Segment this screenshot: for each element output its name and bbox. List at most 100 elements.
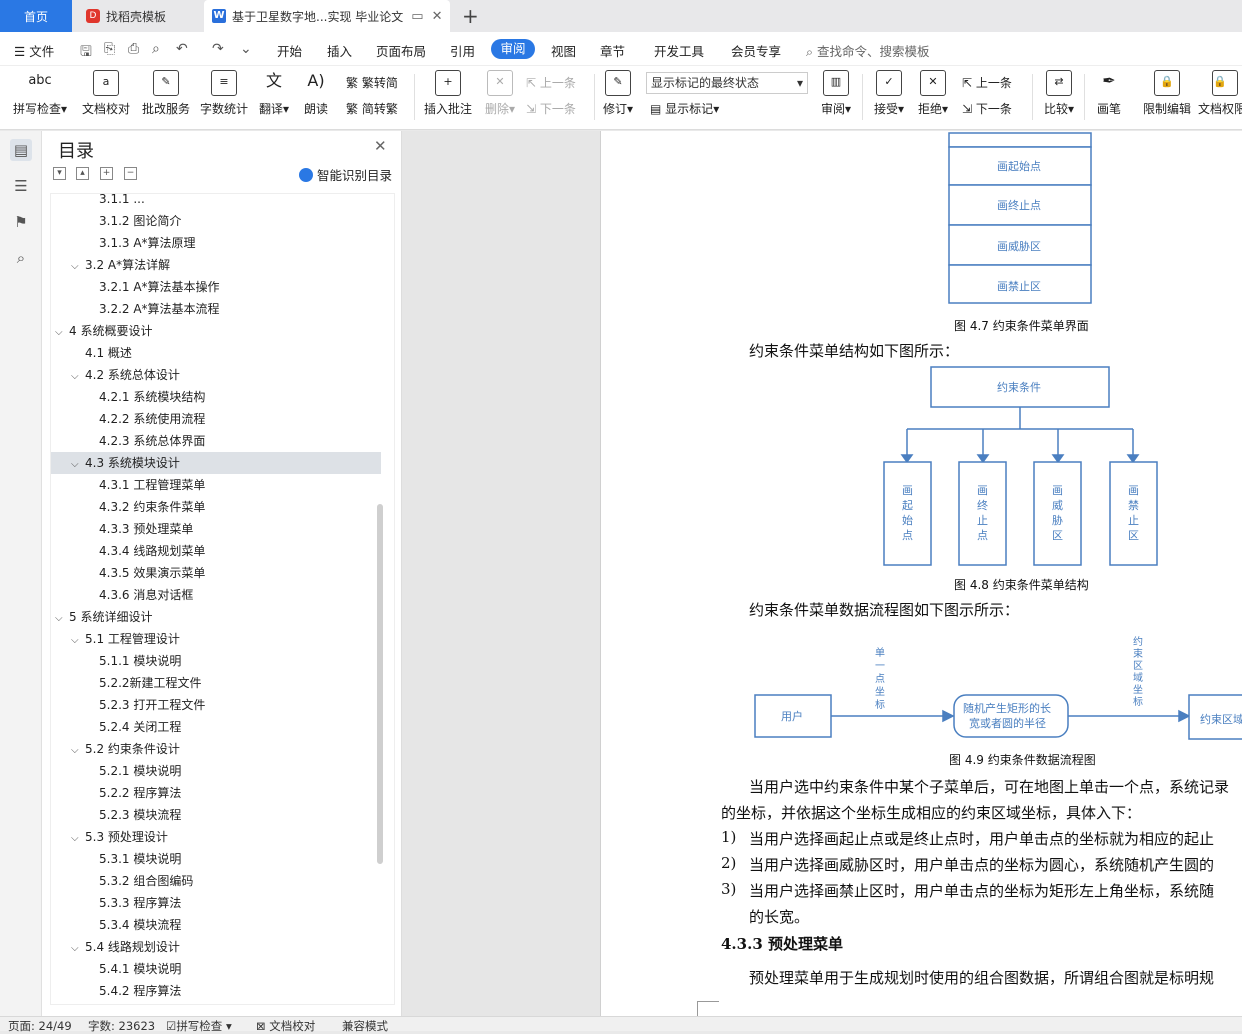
chevron-down-icon[interactable]: ⌵ xyxy=(55,608,69,630)
page-indicator[interactable]: 页面: 24/49 xyxy=(8,1018,72,1034)
batch-button[interactable]: ✎ 批改服务 xyxy=(140,70,192,117)
read-aloud-button[interactable]: A) 朗读 xyxy=(300,70,332,117)
undo-icon[interactable]: ↶ xyxy=(176,41,188,57)
toc-item[interactable]: 5.3.3 程序算法 xyxy=(51,892,381,914)
track-changes-button[interactable]: ✎ 修订▾ xyxy=(600,70,636,117)
document-page[interactable]: 画起始点 画终止点 画威胁区 画禁止区 图 4.7 约束条件菜单界面 约束条件菜… xyxy=(600,131,1242,1016)
toc-item[interactable]: 4.1 概述 xyxy=(51,342,381,364)
spellcheck-button[interactable]: abc 拼写检查▾ xyxy=(10,70,70,117)
restrict-edit-button[interactable]: 🔒 限制编辑 xyxy=(1140,70,1194,117)
toc-item[interactable]: 5.2.2新建工程文件 xyxy=(51,672,381,694)
command-search[interactable]: ⌕ 查找命令、搜索模板 xyxy=(806,41,930,60)
close-icon[interactable]: ✕ xyxy=(374,137,387,155)
search-icon[interactable]: ⌕ xyxy=(10,247,32,269)
toc-item[interactable]: 5.2.4 关闭工程 xyxy=(51,716,381,738)
toc-item[interactable]: 5.4.2 程序算法 xyxy=(51,980,381,1002)
save-icon[interactable]: 🖫 xyxy=(80,41,92,65)
toc-item[interactable]: ⌵ 4.2 系统总体设计 xyxy=(51,364,381,386)
toc-item[interactable]: 4.3.2 约束条件菜单 xyxy=(51,496,381,518)
toc-item[interactable]: ⌵ 4.3 系统模块设计 xyxy=(51,452,381,474)
chevron-down-icon[interactable]: ⌵ xyxy=(55,322,69,344)
next-comment-button[interactable]: ⇲ 下一条 xyxy=(526,100,576,117)
proof-status[interactable]: ⊠ 文档校对 xyxy=(256,1018,315,1034)
toc-item[interactable]: 4.3.5 效果演示菜单 xyxy=(51,562,381,584)
customize-icon[interactable]: ⌄ xyxy=(240,41,252,57)
toc-item[interactable]: 5.3.2 组合图编码 xyxy=(51,870,381,892)
document-canvas[interactable]: 画起始点 画终止点 画威胁区 画禁止区 图 4.7 约束条件菜单界面 约束条件菜… xyxy=(402,131,1242,1016)
chevron-down-icon[interactable]: ⌵ xyxy=(71,828,85,850)
doc-check-button[interactable]: a 文档校对 xyxy=(80,70,132,117)
accept-button[interactable]: ✓ 接受▾ xyxy=(870,70,908,117)
smart-toc-button[interactable]: 智能识别目录 xyxy=(299,165,392,184)
delete-comment-button[interactable]: ✕ 删除▾ xyxy=(482,70,518,117)
menu-layout[interactable]: 页面布局 xyxy=(376,41,426,60)
word-count[interactable]: 字数: 23623 xyxy=(88,1018,155,1034)
review-pane-button[interactable]: ▥ 审阅▾ xyxy=(816,70,856,117)
spellcheck-status[interactable]: ☑拼写检查 ▾ xyxy=(166,1018,232,1034)
menu-start[interactable]: 开始 xyxy=(277,41,302,60)
toc-item[interactable]: 5.3.4 模块流程 xyxy=(51,914,381,936)
menu-insert[interactable]: 插入 xyxy=(327,41,352,60)
toc-item[interactable]: 4.2.2 系统使用流程 xyxy=(51,408,381,430)
insert-comment-button[interactable]: + 插入批注 xyxy=(422,70,474,117)
toc-item[interactable]: 4.2.1 系统模块结构 xyxy=(51,386,381,408)
toc-item[interactable]: 5.4.1 模块说明 xyxy=(51,958,381,980)
toc-item[interactable]: ⌵ 5.3 预处理设计 xyxy=(51,826,381,848)
reject-button[interactable]: ✕ 拒绝▾ xyxy=(914,70,952,117)
compare-button[interactable]: ⇄ 比较▾ xyxy=(1040,70,1078,117)
markup-state-select[interactable]: 显示标记的最终状态 ▾ xyxy=(646,72,808,94)
chevron-down-icon[interactable]: ⌵ xyxy=(71,938,85,960)
toc-item[interactable]: ⌵ 5 系统详细设计 xyxy=(51,606,381,628)
next-change-button[interactable]: ⇲ 下一条 xyxy=(962,100,1012,117)
toc-item[interactable]: ⌵ 4 系统概要设计 xyxy=(51,320,381,342)
new-tab-icon[interactable]: + xyxy=(462,4,479,28)
toc-nav-icon[interactable]: ▤ xyxy=(10,139,32,161)
chevron-down-icon[interactable]: ⌵ xyxy=(71,454,85,476)
menu-review[interactable]: 审阅 xyxy=(491,39,535,59)
toc-item[interactable]: 3.2.2 A*算法基本流程 xyxy=(51,298,381,320)
tab-template[interactable]: D 找稻壳模板 xyxy=(78,0,200,32)
show-markup-button[interactable]: ▤ 显示标记▾ xyxy=(650,100,719,117)
toc-item[interactable]: ⌵ 3.2 A*算法详解 xyxy=(51,254,381,276)
word-count-button[interactable]: ≡ 字数统计 xyxy=(198,70,250,117)
expand-up-icon[interactable]: ▴ xyxy=(76,167,89,180)
toc-item[interactable]: 5.3.1 模块说明 xyxy=(51,848,381,870)
prev-change-button[interactable]: ⇱ 上一条 xyxy=(962,74,1012,91)
redo-icon[interactable]: ↷ xyxy=(212,41,224,57)
trad-to-simp-button[interactable]: 繁 繁转简 xyxy=(346,74,398,91)
prev-comment-button[interactable]: ⇱ 上一条 xyxy=(526,74,576,91)
preview-icon[interactable]: ⌕ xyxy=(152,41,160,57)
export-icon[interactable]: ⎘ xyxy=(104,41,115,57)
close-tab-icon[interactable]: ✕ xyxy=(432,9,443,24)
toc-item[interactable]: 5.2.3 模块流程 xyxy=(51,804,381,826)
pen-button[interactable]: ✒ 画笔 xyxy=(1092,70,1126,117)
collapse-all-icon[interactable]: ▾ xyxy=(53,167,66,180)
chevron-down-icon[interactable]: ⌵ xyxy=(71,740,85,762)
chevron-down-icon[interactable]: ⌵ xyxy=(71,366,85,388)
toc-item[interactable]: 5.2.3 打开工程文件 xyxy=(51,694,381,716)
outline-nav-icon[interactable]: ☰ xyxy=(10,175,32,197)
toc-item[interactable]: 3.1.3 A*算法原理 xyxy=(51,232,381,254)
toc-item[interactable]: ⌵ 5.2 约束条件设计 xyxy=(51,738,381,760)
translate-button[interactable]: 文 翻译▾ xyxy=(256,70,292,117)
toc-item[interactable]: ⌵ 5.4 线路规划设计 xyxy=(51,936,381,958)
screen-icon[interactable]: ▭ xyxy=(411,9,423,24)
menu-dev[interactable]: 开发工具 xyxy=(654,41,704,60)
remove-heading-icon[interactable]: − xyxy=(124,167,137,180)
tab-document[interactable]: W 基于卫星数字地...实现 毕业论文 ▭ ✕ xyxy=(204,0,450,32)
menu-view[interactable]: 视图 xyxy=(551,41,576,60)
toc-item[interactable]: 3.2.1 A*算法基本操作 xyxy=(51,276,381,298)
menu-member[interactable]: 会员专享 xyxy=(731,41,781,60)
toc-item[interactable]: 5.2.2 程序算法 xyxy=(51,782,381,804)
toc-item[interactable]: 3.1.2 图论简介 xyxy=(51,210,381,232)
print-icon[interactable]: ⎙ xyxy=(128,41,139,57)
toc-item[interactable]: 5.1.1 模块说明 xyxy=(51,650,381,672)
menu-chapter[interactable]: 章节 xyxy=(600,41,625,60)
chevron-down-icon[interactable]: ⌵ xyxy=(71,256,85,278)
permission-button[interactable]: 🔒 文档权限 xyxy=(1198,70,1242,117)
toc-item[interactable]: 5.2.1 模块说明 xyxy=(51,760,381,782)
toc-item[interactable]: 4.3.3 预处理菜单 xyxy=(51,518,381,540)
toc-item[interactable]: ⌵ 5.1 工程管理设计 xyxy=(51,628,381,650)
simp-to-trad-button[interactable]: 繁 简转繁 xyxy=(346,100,398,117)
toc-item[interactable]: 3.1.1 ... xyxy=(51,194,381,210)
